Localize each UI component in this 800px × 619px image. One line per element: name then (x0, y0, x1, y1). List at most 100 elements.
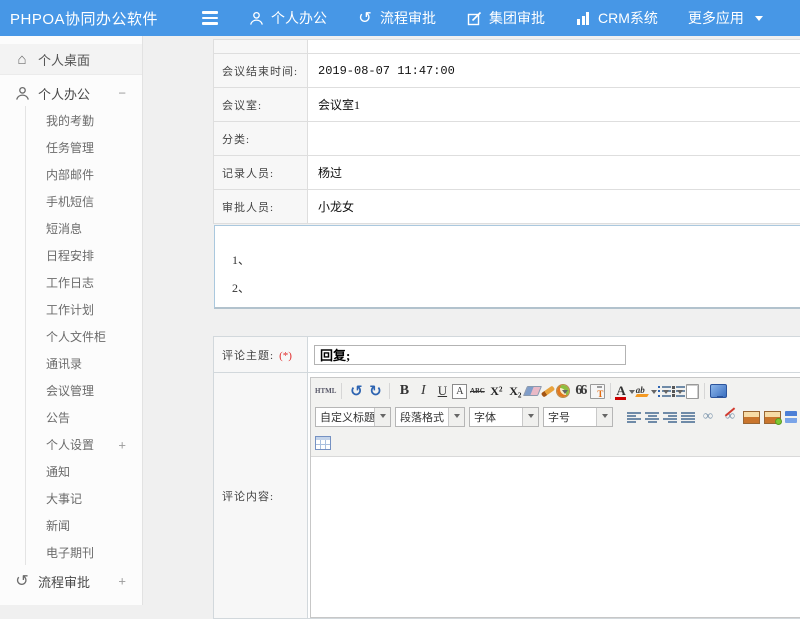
sidebar-item-label: 工作日志 (46, 274, 94, 291)
sidebar-item-label: 工作计划 (46, 301, 94, 318)
sidebar-item-6[interactable]: 手机短信 (0, 188, 142, 215)
color-palette-icon[interactable] (556, 384, 570, 398)
icon-glyph: X₂ (509, 384, 521, 399)
sidebar-item-7[interactable]: 短消息 (0, 215, 142, 242)
subscript-icon[interactable]: X₂ (506, 382, 524, 401)
icon-glyph: ∞ (725, 409, 735, 425)
comment-subject-input[interactable] (314, 345, 626, 365)
icon-glyph: I (421, 383, 426, 399)
expand-icon[interactable]: + (118, 438, 126, 451)
sidebar-item-label: 内部邮件 (46, 166, 94, 183)
nav-item-4[interactable]: CRM系统 (575, 8, 658, 28)
sidebar-item-16[interactable]: 通知 (0, 458, 142, 485)
align-center-icon[interactable] (645, 412, 659, 423)
sidebar-item-label: 个人桌面 (38, 50, 90, 69)
icon-glyph: X² (490, 384, 502, 399)
heading-style-dropdown[interactable]: 自定义标题 (315, 407, 391, 427)
paragraph-format-dropdown[interactable]: 段落格式 (395, 407, 465, 427)
bold-icon[interactable]: B (395, 382, 413, 401)
nav-item-label: 集团审批 (489, 8, 545, 28)
font-size-dropdown[interactable]: 字号 (543, 407, 613, 427)
sidebar-item-label: 流程审批 (38, 572, 90, 591)
dropdown-caret-icon (522, 408, 538, 426)
sidebar-item-1[interactable]: ⌂个人桌面 (0, 44, 142, 75)
nav-item-label: 更多应用 (688, 8, 744, 28)
hamburger-menu-icon[interactable] (202, 11, 218, 24)
editor-toolbar-row1: HTML↺↻BIUAABCX²X₂66Aab (315, 379, 800, 403)
format-brush-icon[interactable] (541, 385, 555, 397)
collapse-icon[interactable]: − (118, 87, 126, 100)
nav-item-1[interactable]: 个人办公 (248, 8, 327, 28)
fullscreen-icon[interactable] (710, 384, 727, 398)
field-label: 分类: (214, 122, 308, 156)
font-family-dropdown[interactable]: 字体 (469, 407, 539, 427)
icon-glyph: ↻ (369, 382, 382, 400)
sidebar-item-19[interactable]: 电子期刊 (0, 539, 142, 566)
justify-icon[interactable] (681, 412, 695, 423)
editor-toolbar: HTML↺↻BIUAABCX²X₂66Aab 自定义标题 段落格式 (311, 378, 800, 457)
remove-format-icon[interactable] (523, 386, 542, 396)
nav-item-5[interactable]: 更多应用 (688, 8, 767, 28)
app-logo: PHPOA协同办公软件 (0, 8, 188, 29)
align-left-icon[interactable] (627, 412, 641, 423)
edit-icon (466, 10, 482, 26)
comment-subject-label-cell: 评论主题:(*) (214, 337, 308, 373)
sidebar-item-11[interactable]: 个人文件柜 (0, 323, 142, 350)
paste-icon[interactable] (590, 384, 605, 399)
sidebar-item-15[interactable]: 个人设置+ (0, 431, 142, 458)
nav-item-3[interactable]: 集团审批 (466, 8, 545, 28)
nav-item-label: 个人办公 (271, 8, 327, 28)
sidebar-item-10[interactable]: 工作计划 (0, 296, 142, 323)
highlight-color-icon[interactable]: ab (636, 382, 657, 401)
font-name-icon[interactable]: A (452, 384, 467, 399)
ordered-list-icon[interactable] (658, 386, 671, 397)
sidebar-item-18[interactable]: 新闻 (0, 512, 142, 539)
user-icon (248, 10, 264, 26)
media-icon[interactable] (785, 411, 797, 423)
undo-icon[interactable]: ↺ (347, 382, 365, 401)
sidebar-item-9[interactable]: 工作日志 (0, 269, 142, 296)
italic-icon[interactable]: I (414, 382, 432, 401)
sidebar-item-3[interactable]: 我的考勤 (0, 107, 142, 134)
source-code-button[interactable]: HTML (315, 382, 336, 401)
link-icon[interactable]: ∞ (699, 408, 717, 427)
sidebar-item-12[interactable]: 通讯录 (0, 350, 142, 377)
sidebar-item-label: 电子期刊 (46, 544, 94, 561)
superscript-icon[interactable]: X² (487, 382, 505, 401)
new-page-icon[interactable] (686, 384, 699, 399)
meeting-detail-rows: 会议结束时间:2019-08-07 11:47:00会议室:会议室1分类:记录人… (214, 40, 800, 224)
expand-icon[interactable]: + (118, 575, 126, 588)
separator (341, 383, 342, 399)
field-value: 小龙女 (308, 190, 800, 224)
editor-toolbar-row2: 自定义标题 段落格式 字体 (315, 403, 800, 431)
icon-glyph: ABC (470, 387, 485, 395)
sidebar-item-20[interactable]: ↺流程审批+ (0, 566, 142, 596)
sidebar-item-17[interactable]: 大事记 (0, 485, 142, 512)
sidebar-item-14[interactable]: 公告 (0, 404, 142, 431)
required-mark: (*) (279, 350, 292, 362)
font-color-icon[interactable]: A (616, 382, 634, 401)
blockquote-icon[interactable]: 66 (571, 382, 589, 401)
strikethrough-icon[interactable]: ABC (468, 382, 486, 401)
flash-icon[interactable] (764, 411, 781, 424)
redo-icon[interactable]: ↻ (366, 382, 384, 401)
align-right-icon[interactable] (663, 412, 677, 423)
flow-icon: ↺ (357, 10, 373, 26)
unlink-icon[interactable]: ∞ (721, 408, 739, 427)
image-icon[interactable] (743, 411, 760, 424)
table-icon[interactable] (315, 436, 331, 450)
sidebar-item-2[interactable]: 个人办公− (0, 79, 142, 107)
sidebar-item-5[interactable]: 内部邮件 (0, 161, 142, 188)
icon-glyph: A (616, 383, 625, 399)
sidebar-item-8[interactable]: 日程安排 (0, 242, 142, 269)
underline-icon[interactable]: U (433, 382, 451, 401)
icon-glyph: A (456, 386, 463, 397)
editor-content-area[interactable] (311, 457, 800, 617)
chart-icon (575, 10, 591, 26)
sidebar-item-label: 日程安排 (46, 247, 94, 264)
sidebar-item-13[interactable]: 会议管理 (0, 377, 142, 404)
unordered-list-icon[interactable] (672, 386, 685, 397)
nav-item-2[interactable]: ↺流程审批 (357, 8, 436, 28)
icon-glyph: HTML (315, 387, 336, 395)
sidebar-item-4[interactable]: 任务管理 (0, 134, 142, 161)
